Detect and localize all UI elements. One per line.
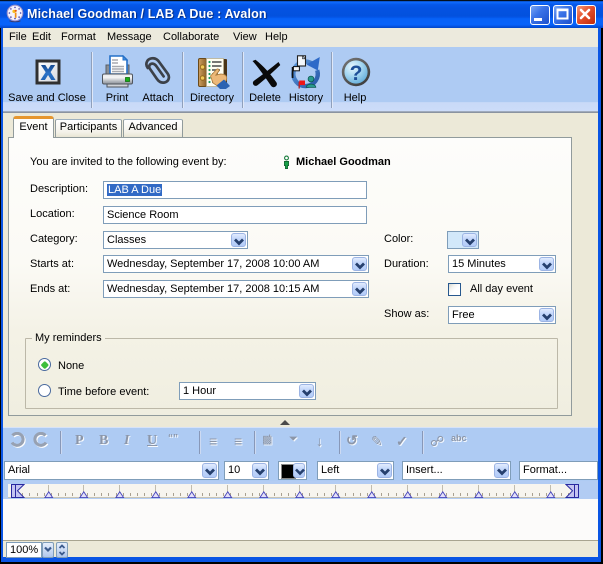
svg-text:X: X [41,63,55,85]
svg-text:?: ? [350,62,363,85]
